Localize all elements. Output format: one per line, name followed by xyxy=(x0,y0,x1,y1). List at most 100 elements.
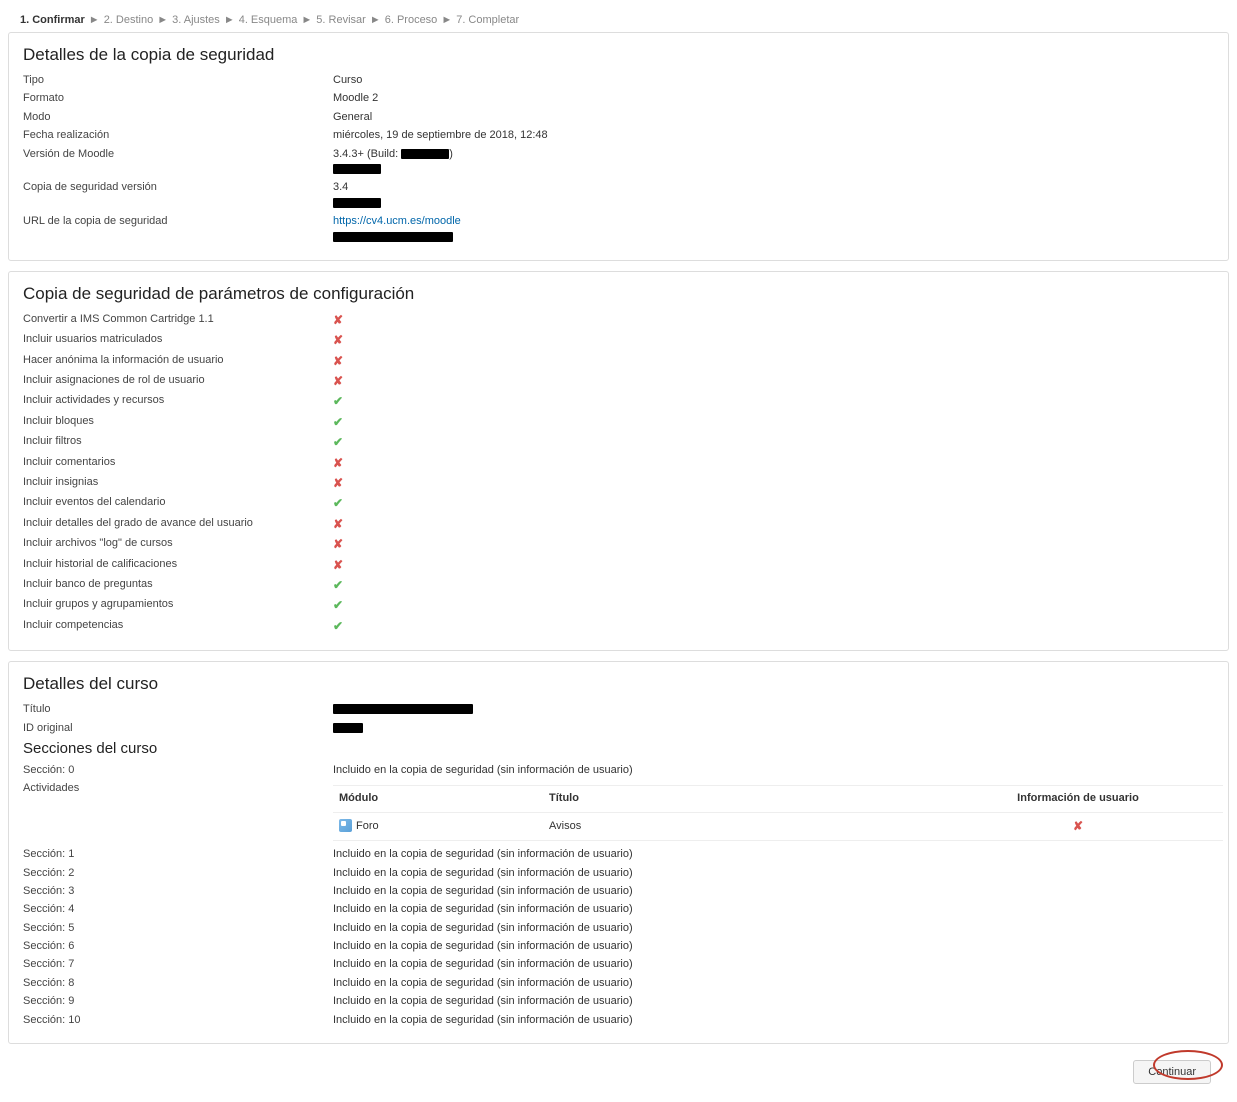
section-value: Incluido en la copia de seguridad (sin i… xyxy=(333,939,1214,954)
wizard-step-1: 1. Confirmar xyxy=(20,14,85,26)
cross-icon: ✘ xyxy=(333,517,343,531)
section-value: Incluido en la copia de seguridad (sin i… xyxy=(333,994,1214,1009)
setting-label: Incluir usuarios matriculados xyxy=(23,332,333,347)
section-value: Incluido en la copia de seguridad (sin i… xyxy=(333,847,1214,862)
cross-icon: ✘ xyxy=(333,313,343,327)
section-label: Sección: 10 xyxy=(23,1013,333,1028)
section-value: Incluido en la copia de seguridad (sin i… xyxy=(333,921,1214,936)
backup-details-panel: Detalles de la copia de seguridad TipoCu… xyxy=(8,32,1229,261)
check-icon: ✔ xyxy=(333,415,343,429)
backup-url-link[interactable]: https://cv4.ucm.es/moodle xyxy=(333,215,461,227)
detail-label: URL de la copia de seguridad xyxy=(23,214,333,229)
wizard-step-3: 3. Ajustes xyxy=(172,14,220,26)
check-icon: ✔ xyxy=(333,619,343,633)
col-title: Título xyxy=(543,786,933,812)
chevron-right-icon: ► xyxy=(441,14,452,26)
course-details-heading: Detalles del curso xyxy=(23,674,1214,694)
section-value: Incluido en la copia de seguridad (sin i… xyxy=(333,902,1214,917)
activities-label: Actividades xyxy=(23,781,333,796)
setting-label: Incluir competencias xyxy=(23,618,333,633)
detail-value: 3.4.3+ (Build: ) xyxy=(333,147,1214,178)
setting-label: Incluir historial de calificaciones xyxy=(23,557,333,572)
section-label: Sección: 3 xyxy=(23,884,333,899)
course-id-value xyxy=(333,721,1214,736)
activities-table: Módulo Título Información de usuario For… xyxy=(333,785,1223,841)
chevron-right-icon: ► xyxy=(89,14,100,26)
wizard-step-2: 2. Destino xyxy=(104,14,154,26)
wizard-breadcrumb: 1. Confirmar►2. Destino►3. Ajustes►4. Es… xyxy=(8,8,1229,32)
course-details-panel: Detalles del curso Título ID original Se… xyxy=(8,661,1229,1044)
section-value: Incluido en la copia de seguridad (sin i… xyxy=(333,957,1214,972)
check-icon: ✔ xyxy=(333,578,343,592)
chevron-right-icon: ► xyxy=(370,14,381,26)
course-id-label: ID original xyxy=(23,721,333,736)
section-label: Sección: 9 xyxy=(23,994,333,1009)
detail-label: Modo xyxy=(23,110,333,125)
detail-value: 3.4 xyxy=(333,180,1214,211)
detail-value: https://cv4.ucm.es/moodle xyxy=(333,214,1214,245)
cross-icon: ✘ xyxy=(333,374,343,388)
setting-label: Incluir eventos del calendario xyxy=(23,495,333,510)
wizard-step-5: 5. Revisar xyxy=(316,14,366,26)
wizard-step-7: 7. Completar xyxy=(456,14,519,26)
detail-value: General xyxy=(333,110,1214,125)
col-userinfo: Información de usuario xyxy=(933,786,1223,812)
cross-icon: ✘ xyxy=(333,537,343,551)
detail-label: Fecha realización xyxy=(23,128,333,143)
module-name: Foro xyxy=(356,820,379,832)
setting-label: Incluir asignaciones de rol de usuario xyxy=(23,373,333,388)
chevron-right-icon: ► xyxy=(301,14,312,26)
setting-label: Incluir filtros xyxy=(23,434,333,449)
wizard-step-6: 6. Proceso xyxy=(385,14,438,26)
detail-label: Formato xyxy=(23,91,333,106)
section-0-value: Incluido en la copia de seguridad (sin i… xyxy=(333,763,1214,778)
cross-icon: ✘ xyxy=(333,354,343,368)
setting-label: Incluir archivos "log" de cursos xyxy=(23,536,333,551)
chevron-right-icon: ► xyxy=(224,14,235,26)
col-module: Módulo xyxy=(333,786,543,812)
check-icon: ✔ xyxy=(333,496,343,510)
course-title-value xyxy=(333,702,1214,717)
section-value: Incluido en la copia de seguridad (sin i… xyxy=(333,1013,1214,1028)
cross-icon: ✘ xyxy=(1073,819,1083,833)
setting-label: Incluir comentarios xyxy=(23,455,333,470)
check-icon: ✔ xyxy=(333,598,343,612)
table-row: ForoAvisos✘ xyxy=(333,812,1223,840)
cross-icon: ✘ xyxy=(333,456,343,470)
backup-settings-panel: Copia de seguridad de parámetros de conf… xyxy=(8,271,1229,651)
section-label: Sección: 7 xyxy=(23,957,333,972)
section-value: Incluido en la copia de seguridad (sin i… xyxy=(333,976,1214,991)
wizard-step-4: 4. Esquema xyxy=(239,14,298,26)
section-label: Sección: 5 xyxy=(23,921,333,936)
setting-label: Incluir detalles del grado de avance del… xyxy=(23,516,333,531)
section-label: Sección: 6 xyxy=(23,939,333,954)
course-sections-heading: Secciones del curso xyxy=(23,740,1214,757)
setting-label: Incluir banco de preguntas xyxy=(23,577,333,592)
setting-label: Incluir grupos y agrupamientos xyxy=(23,597,333,612)
setting-label: Incluir actividades y recursos xyxy=(23,393,333,408)
section-label: Sección: 2 xyxy=(23,866,333,881)
backup-details-heading: Detalles de la copia de seguridad xyxy=(23,45,1214,65)
check-icon: ✔ xyxy=(333,394,343,408)
section-value: Incluido en la copia de seguridad (sin i… xyxy=(333,884,1214,899)
detail-label: Copia de seguridad versión xyxy=(23,180,333,195)
section-value: Incluido en la copia de seguridad (sin i… xyxy=(333,866,1214,881)
cross-icon: ✘ xyxy=(333,333,343,347)
cross-icon: ✘ xyxy=(333,558,343,572)
check-icon: ✔ xyxy=(333,435,343,449)
section-label: Sección: 1 xyxy=(23,847,333,862)
cross-icon: ✘ xyxy=(333,476,343,490)
setting-label: Convertir a IMS Common Cartridge 1.1 xyxy=(23,312,333,327)
section-0-label: Sección: 0 xyxy=(23,763,333,778)
detail-value: Curso xyxy=(333,73,1214,88)
detail-value: Moodle 2 xyxy=(333,91,1214,106)
detail-value: miércoles, 19 de septiembre de 2018, 12:… xyxy=(333,128,1214,143)
chevron-right-icon: ► xyxy=(157,14,168,26)
continue-button[interactable]: Continuar xyxy=(1133,1060,1211,1084)
detail-label: Versión de Moodle xyxy=(23,147,333,162)
section-label: Sección: 8 xyxy=(23,976,333,991)
setting-label: Hacer anónima la información de usuario xyxy=(23,353,333,368)
setting-label: Incluir bloques xyxy=(23,414,333,429)
section-label: Sección: 4 xyxy=(23,902,333,917)
detail-label: Tipo xyxy=(23,73,333,88)
